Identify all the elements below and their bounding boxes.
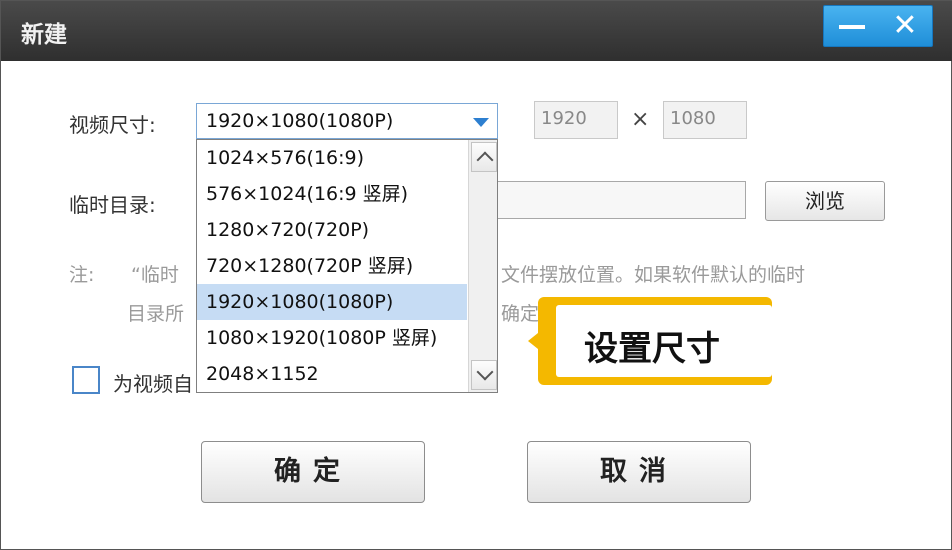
note-line1-right: 文件摆放位置。如果软件默认的临时	[501, 264, 806, 286]
scroll-down-button[interactable]	[471, 360, 497, 390]
cancel-button[interactable]: 取消	[527, 441, 751, 503]
size-option[interactable]: 1080×1920(1080P 竖屏)	[197, 320, 467, 356]
temp-dir-input[interactable]	[466, 181, 746, 219]
new-project-dialog: 新建 ✕ 视频尺寸: 1920×1080(1080P) 1920 × 1080 …	[0, 0, 952, 550]
note-line2-left: 目录所	[127, 303, 185, 325]
size-option[interactable]: 576×1024(16:9 竖屏)	[197, 176, 467, 212]
ok-button[interactable]: 确定	[201, 441, 425, 503]
close-icon: ✕	[892, 8, 918, 43]
temp-dir-label: 临时目录:	[69, 193, 156, 217]
callout-frame: 设置尺寸	[538, 297, 772, 385]
size-option-selected[interactable]: 1920×1080(1080P)	[197, 284, 467, 320]
callout-pointer-icon	[528, 333, 538, 349]
multiply-sign: ×	[631, 107, 650, 132]
video-size-label: 视频尺寸:	[69, 113, 156, 137]
video-size-selected-value: 1920×1080(1080P)	[206, 110, 394, 132]
title-bar: 新建 ✕	[1, 1, 952, 61]
callout-inner: 设置尺寸	[556, 305, 772, 377]
video-size-dropdown-list: 1024×576(16:9) 576×1024(16:9 竖屏) 1280×72…	[196, 139, 498, 393]
dropdown-arrow-icon[interactable]	[473, 118, 489, 127]
note-line1-left: “临时	[131, 264, 179, 286]
size-option[interactable]: 720×1280(720P 竖屏)	[197, 248, 467, 284]
chevron-up-icon	[476, 151, 494, 169]
size-option[interactable]: 1024×576(16:9)	[197, 140, 467, 176]
note-prefix: 注:	[69, 264, 95, 286]
browse-button[interactable]: 浏览	[765, 181, 885, 221]
dialog-title: 新建	[21, 22, 67, 48]
video-size-select[interactable]: 1920×1080(1080P)	[196, 103, 498, 139]
dropdown-scrollbar[interactable]	[468, 140, 497, 392]
auto-checkbox-label: 为视频自	[113, 372, 193, 396]
window-controls: ✕	[823, 5, 933, 47]
width-input[interactable]: 1920	[534, 101, 618, 139]
scroll-up-button[interactable]	[471, 142, 497, 172]
minimize-button[interactable]	[824, 6, 878, 46]
size-option[interactable]: 1280×720(720P)	[197, 212, 467, 248]
callout-text: 设置尺寸	[584, 329, 720, 369]
size-option[interactable]: 2048×1152	[197, 356, 467, 392]
annotation-callout: 设置尺寸	[528, 297, 777, 391]
height-input[interactable]: 1080	[663, 101, 747, 139]
close-button[interactable]: ✕	[878, 6, 932, 46]
auto-checkbox[interactable]	[72, 366, 100, 394]
chevron-down-icon	[476, 363, 494, 381]
